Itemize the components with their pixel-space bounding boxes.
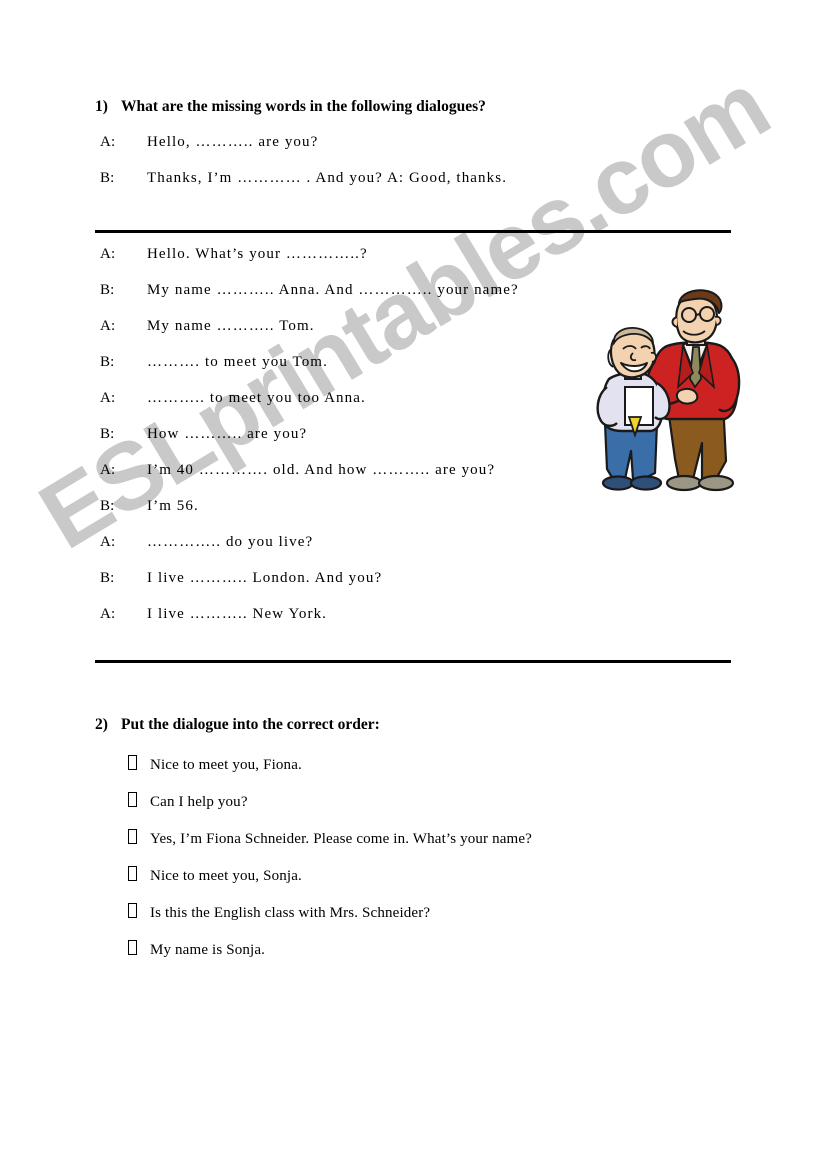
speaker-label: B:	[100, 282, 115, 298]
dialogue-text: Hello, ……….. are you?	[147, 134, 319, 150]
dialogue-text: ………. to meet you Tom.	[147, 354, 328, 370]
list-item[interactable]: Nice to meet you, Sonja.	[128, 866, 302, 885]
checkbox-icon[interactable]	[128, 755, 137, 770]
list-item[interactable]: My name is Sonja.	[128, 940, 265, 959]
dialogue-line: A: I’m 40 …………. old. And how ……….. are yo…	[100, 462, 495, 479]
list-item[interactable]: Can I help you?	[128, 792, 248, 811]
dialogue-text: How ……….. are you?	[147, 426, 308, 442]
dialogue-text: ………….. do you live?	[147, 534, 314, 550]
list-item-label: Can I help you?	[150, 794, 248, 810]
dialogue-text: My name ……….. Anna. And ………….. your name…	[147, 282, 519, 298]
checkbox-icon[interactable]	[128, 866, 137, 881]
worksheet-page: ESLprintables.com 1) What are the missin…	[0, 0, 821, 1169]
checkbox-icon[interactable]	[128, 903, 137, 918]
dialogue-line: A: Hello, ……….. are you?	[100, 134, 318, 151]
dialogue-text: Hello. What’s your …………..?	[147, 246, 368, 262]
speaker-label: B:	[100, 570, 115, 586]
speaker-label: A:	[100, 462, 116, 478]
dialogue-line: A: ……….. to meet you too Anna.	[100, 390, 366, 407]
list-item-label: Nice to meet you, Fiona.	[150, 757, 302, 773]
speaker-label: B:	[100, 354, 115, 370]
speaker-label: B:	[100, 170, 115, 186]
speaker-label: A:	[100, 534, 116, 550]
speaker-label: A:	[100, 606, 116, 622]
list-item-label: Nice to meet you, Sonja.	[150, 868, 302, 884]
checkbox-icon[interactable]	[128, 940, 137, 955]
speaker-label: B:	[100, 498, 115, 514]
divider-rule-bottom	[95, 660, 731, 663]
dialogue-line: A: ………….. do you live?	[100, 534, 313, 551]
dialogue-line: B: Thanks, I’m ………… . And you? A: Good, t…	[100, 170, 507, 187]
dialogue-text: I live ……….. New York.	[147, 606, 328, 622]
dialogue-text: My name ……….. Tom.	[147, 318, 315, 334]
speaker-label: A:	[100, 246, 116, 262]
dialogue-line: A: I live ……….. New York.	[100, 606, 327, 623]
speaker-label: A:	[100, 134, 116, 150]
list-item[interactable]: Nice to meet you, Fiona.	[128, 755, 302, 774]
dialogue-text: Thanks, I’m ………… . And you? A: Good, tha…	[147, 170, 508, 186]
section-2-number: 2)	[95, 716, 108, 733]
dialogue-line: A: My name ……….. Tom.	[100, 318, 315, 335]
dialogue-line: B: How ……….. are you?	[100, 426, 307, 443]
checkbox-icon[interactable]	[128, 792, 137, 807]
dialogue-line: B: I’m 56.	[100, 498, 199, 515]
dialogue-line: A: Hello. What’s your …………..?	[100, 246, 368, 263]
dialogue-text: ……….. to meet you too Anna.	[147, 390, 366, 406]
speaker-label: A:	[100, 390, 116, 406]
list-item-label: Yes, I’m Fiona Schneider. Please come in…	[150, 831, 532, 847]
speaker-label: A:	[100, 318, 116, 334]
dialogue-text: I’m 40 …………. old. And how ……….. are you?	[147, 462, 496, 478]
dialogue-text: I live ……….. London. And you?	[147, 570, 383, 586]
speaker-label: B:	[100, 426, 115, 442]
dialogue-line: B: I live ……….. London. And you?	[100, 570, 382, 587]
section-2-heading: 2) Put the dialogue into the correct orde…	[95, 716, 380, 734]
list-item[interactable]: Yes, I’m Fiona Schneider. Please come in…	[128, 829, 532, 848]
section-1-title: What are the missing words in the follow…	[121, 98, 486, 115]
dialogue-line: B: ………. to meet you Tom.	[100, 354, 328, 371]
dialogue-line: B: My name ……….. Anna. And ………….. your na…	[100, 282, 519, 299]
list-item-label: My name is Sonja.	[150, 942, 266, 958]
section-1-heading: 1) What are the missing words in the foll…	[95, 98, 486, 116]
list-item-label: Is this the English class with Mrs. Schn…	[150, 905, 431, 921]
dialogue-text: I’m 56.	[147, 498, 199, 514]
section-2-title: Put the dialogue into the correct order:	[121, 716, 380, 733]
list-item[interactable]: Is this the English class with Mrs. Schn…	[128, 903, 430, 922]
section-1-number: 1)	[95, 98, 108, 115]
divider-rule-top	[95, 230, 731, 233]
checkbox-icon[interactable]	[128, 829, 137, 844]
